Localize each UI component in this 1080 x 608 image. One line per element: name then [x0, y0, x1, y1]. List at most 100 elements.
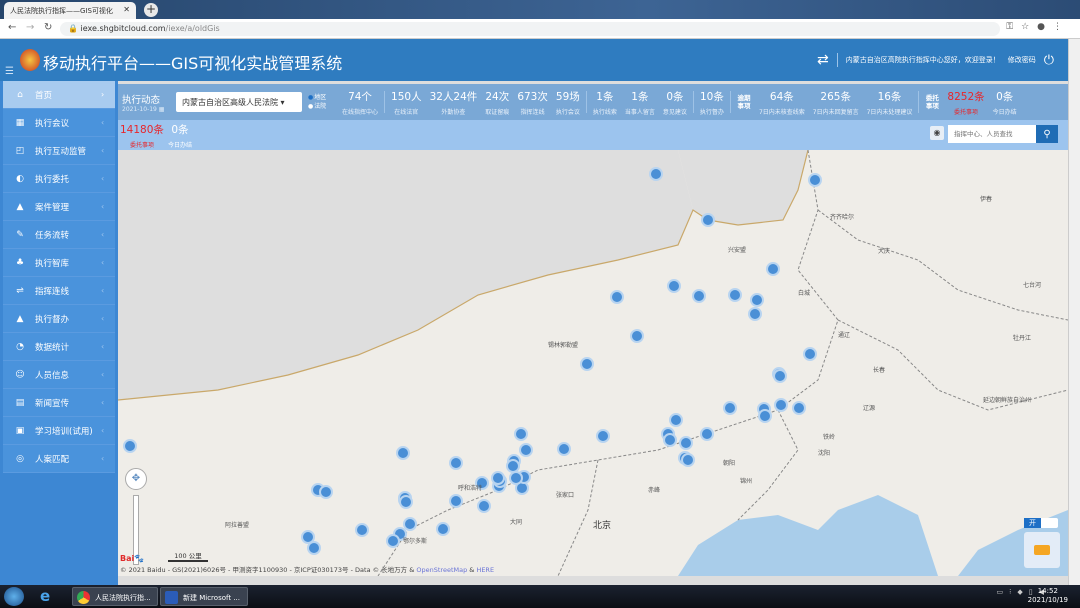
stat-item[interactable]: 10条 执行督办 [696, 89, 728, 116]
stat-label[interactable]: 委托事项 [120, 140, 164, 149]
sidebar-item-10[interactable]: ☺ 人员信息 ‹ [3, 361, 115, 389]
command-center-marker[interactable] [808, 173, 822, 187]
command-center-marker[interactable] [803, 347, 817, 361]
command-center-marker[interactable] [663, 433, 677, 447]
command-center-marker[interactable] [700, 427, 714, 441]
browser-toolbar-icons[interactable]: ⚿☆●⋮ [1006, 22, 1070, 32]
forward-icon[interactable]: → [26, 22, 34, 33]
reload-icon[interactable]: ↻ [44, 22, 52, 33]
command-center-marker[interactable] [449, 456, 463, 470]
command-center-marker[interactable] [403, 517, 417, 531]
command-center-marker[interactable] [610, 290, 624, 304]
sidebar-item-1[interactable]: ▦ 执行会议 ‹ [3, 109, 115, 137]
stat-item[interactable]: 74个 在线指挥中心 [338, 89, 382, 116]
sidebar-item-6[interactable]: ♣ 执行智库 ‹ [3, 249, 115, 277]
browser-tab[interactable]: 人民法院执行指挥——GIS可视化 ✕ [4, 2, 136, 19]
stat-item[interactable]: 64条 7日内未核查线索 [755, 89, 809, 116]
command-center-marker[interactable] [477, 499, 491, 513]
sidebar-item-0[interactable]: ⌂ 首页 › [3, 81, 115, 109]
command-center-marker[interactable] [667, 279, 681, 293]
command-center-marker[interactable] [514, 427, 528, 441]
command-center-marker[interactable] [396, 446, 410, 460]
sidebar-item-11[interactable]: ▤ 新闻宣传 ‹ [3, 389, 115, 417]
stat-item[interactable]: 673次 指挥连线 [513, 89, 552, 116]
command-center-marker[interactable] [596, 429, 610, 443]
command-center-marker[interactable] [692, 289, 706, 303]
stat-item[interactable]: 32人24件 外勤协查 [426, 89, 482, 116]
command-center-marker[interactable] [681, 453, 695, 467]
command-center-marker[interactable] [509, 471, 523, 485]
radio-region[interactable]: 地区 [308, 93, 338, 102]
stat-label[interactable]: 今日办结 [168, 140, 192, 149]
radio-court[interactable]: 法院 [308, 102, 338, 111]
stat-item[interactable]: 1条 当事人留言 [621, 89, 659, 116]
sidebar-item-2[interactable]: ◰ 执行互动监管 ‹ [3, 137, 115, 165]
mail-button[interactable] [1024, 532, 1060, 568]
command-center-marker[interactable] [630, 329, 644, 343]
command-center-marker[interactable] [307, 541, 321, 555]
command-center-marker[interactable] [123, 439, 137, 453]
command-center-marker[interactable] [491, 471, 505, 485]
taskbar-word[interactable]: 新建 Microsoft ... [160, 587, 248, 606]
close-tab-icon[interactable]: ✕ [123, 5, 130, 14]
command-center-marker[interactable] [701, 213, 715, 227]
sidebar-item-5[interactable]: ✎ 任务流转 ‹ [3, 221, 115, 249]
date-picker[interactable]: 2021-10-19 [122, 106, 157, 113]
command-center-marker[interactable] [748, 307, 762, 321]
stat-item[interactable]: 0条 今日办结 [989, 89, 1021, 116]
page-scrollbar[interactable] [1068, 39, 1080, 585]
command-center-marker[interactable] [506, 459, 520, 473]
map[interactable]: 兴安盟 锡林郭勒盟 呼和浩特 北京 长春 沈阳 大庆 齐齐哈尔 伊春 牡丹江 白城 阿拉善盟 鄂尔多斯 大… [118, 150, 1068, 576]
stat-item[interactable]: 8252条 委托事项 [943, 89, 988, 116]
stat-item[interactable]: 150人 在线法官 [387, 89, 426, 116]
stat-item[interactable]: 265条 7日内未回复留言 [809, 89, 863, 116]
here-link[interactable]: HERE [476, 566, 494, 574]
stat-item[interactable]: 59场 执行会议 [552, 89, 584, 116]
sidebar-item-8[interactable]: ▲ 执行督办 ‹ [3, 305, 115, 333]
command-center-marker[interactable] [773, 369, 787, 383]
stat-item[interactable]: 16条 7日内未处理建议 [863, 89, 917, 116]
search-button[interactable]: ⚲ [1036, 125, 1058, 143]
command-center-marker[interactable] [557, 442, 571, 456]
command-center-marker[interactable] [723, 401, 737, 415]
change-password-link[interactable]: 修改密码 [1008, 55, 1036, 65]
osm-link[interactable]: OpenStreetMap [416, 566, 467, 574]
court-select[interactable]: 内蒙古自治区高级人民法院 ▾ [176, 92, 302, 112]
command-center-marker[interactable] [386, 534, 400, 548]
command-center-marker[interactable] [436, 522, 450, 536]
command-center-marker[interactable] [766, 262, 780, 276]
stat-item[interactable]: 0条 意见建议 [659, 89, 691, 116]
sidebar-item-7[interactable]: ⇌ 指挥连线 ‹ [3, 277, 115, 305]
start-button[interactable] [4, 587, 24, 606]
clock[interactable]: 14:52 2021/10/19 [1028, 587, 1068, 605]
command-center-marker[interactable] [580, 357, 594, 371]
sidebar-item-12[interactable]: ▣ 学习培训(试用) ‹ [3, 417, 115, 445]
url-field[interactable]: 🔒 iexe.shgbitcloud.com/iexe/a/oldGis [60, 22, 1000, 36]
sidebar-item-13[interactable]: ◎ 人案匹配 ‹ [3, 445, 115, 473]
sidebar-item-3[interactable]: ◐ 执行委托 ‹ [3, 165, 115, 193]
command-center-marker[interactable] [399, 495, 413, 509]
menu-icon[interactable]: ☰ [5, 66, 14, 77]
command-center-marker[interactable] [774, 398, 788, 412]
back-icon[interactable]: ← [8, 22, 16, 33]
switch-icon[interactable]: ⇄ [817, 52, 829, 68]
locate-icon[interactable]: ◉ [930, 126, 944, 140]
sidebar-item-4[interactable]: ▲ 案件管理 ‹ [3, 193, 115, 221]
power-icon[interactable]: ⏻ [1044, 53, 1054, 68]
command-center-marker[interactable] [750, 293, 764, 307]
taskbar-chrome[interactable]: 人民法院执行指... [72, 587, 158, 606]
command-center-marker[interactable] [728, 288, 742, 302]
command-center-marker[interactable] [519, 443, 533, 457]
command-center-marker[interactable] [449, 494, 463, 508]
stat-item[interactable]: 24次 取证留痕 [481, 89, 513, 116]
map-search-input[interactable] [948, 125, 1036, 143]
command-center-marker[interactable] [301, 530, 315, 544]
command-center-marker[interactable] [679, 436, 693, 450]
command-center-marker[interactable] [792, 401, 806, 415]
new-tab-button[interactable]: + [144, 3, 158, 17]
command-center-marker[interactable] [758, 409, 772, 423]
toggle-switch[interactable]: 开 [1024, 518, 1058, 528]
command-center-marker[interactable] [649, 167, 663, 181]
pan-control[interactable]: ✥ [125, 468, 147, 490]
command-center-marker[interactable] [319, 485, 333, 499]
